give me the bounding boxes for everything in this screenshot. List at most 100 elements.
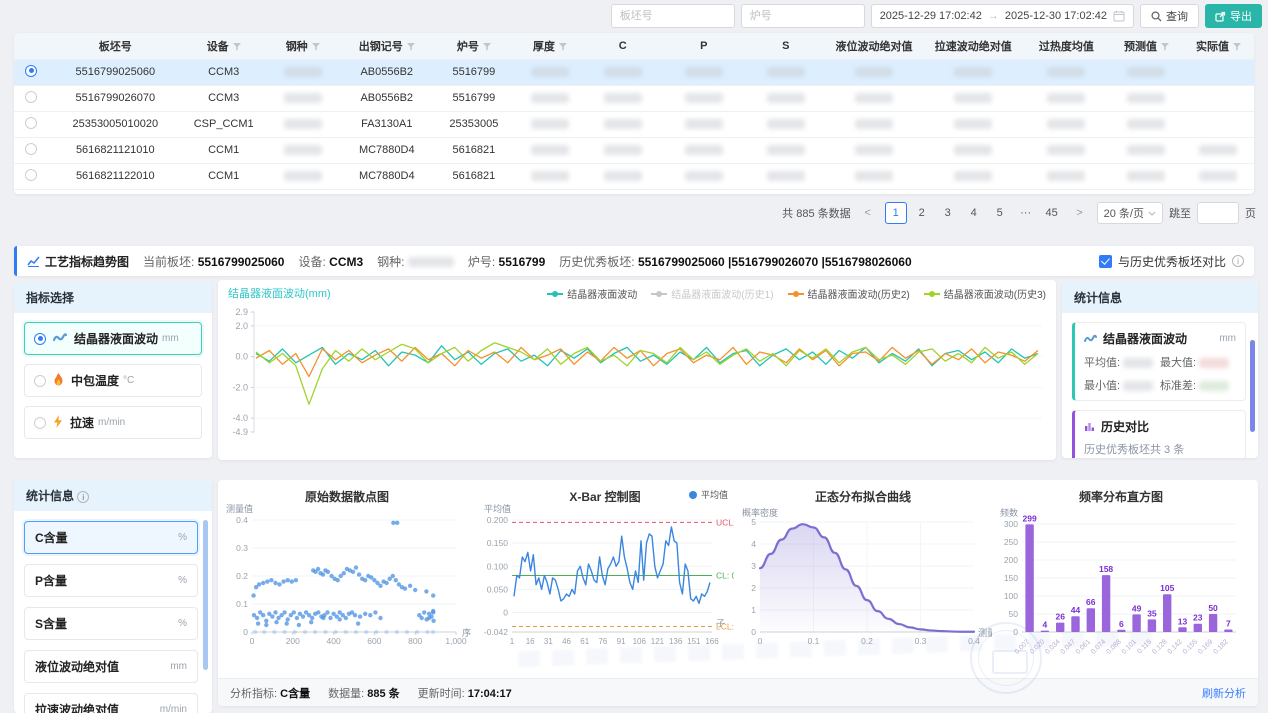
metric-item[interactable]: S含量% bbox=[24, 607, 198, 640]
svg-text:0.101: 0.101 bbox=[1121, 638, 1138, 655]
table-cell bbox=[924, 111, 1023, 137]
table-cell bbox=[747, 85, 824, 111]
legend-item[interactable]: 结晶器液面波动(历史2) bbox=[788, 286, 910, 301]
option-radio[interactable] bbox=[34, 417, 46, 429]
svg-text:序: 序 bbox=[462, 627, 471, 638]
refresh-analysis-link[interactable]: 刷新分析 bbox=[1202, 685, 1246, 701]
stats-scrollbar[interactable] bbox=[1250, 340, 1255, 432]
row-radio[interactable] bbox=[25, 169, 37, 181]
row-radio[interactable] bbox=[25, 117, 37, 129]
trend-chart-card: 结晶器液面波动(mm) 结晶器液面波动结晶器液面波动(历史1)结晶器液面波动(历… bbox=[218, 280, 1056, 460]
table-cell bbox=[660, 111, 747, 137]
svg-text:1: 1 bbox=[510, 637, 515, 646]
column-header: 炉号 bbox=[433, 33, 514, 59]
svg-text:UCL:: UCL: bbox=[716, 517, 734, 527]
indicator-option-flame[interactable]: 中包温度°C bbox=[24, 364, 202, 397]
column-header: 实际值 bbox=[1183, 33, 1254, 59]
page-button[interactable]: 4 bbox=[963, 202, 985, 224]
blurred-value bbox=[954, 93, 992, 103]
page-button[interactable]: 5 bbox=[989, 202, 1011, 224]
svg-text:31: 31 bbox=[544, 637, 553, 646]
blurred-value bbox=[685, 171, 723, 181]
stats-panel-title: 统计信息 bbox=[1062, 282, 1258, 313]
export-button[interactable]: 导出 bbox=[1205, 4, 1262, 28]
filter-icon[interactable] bbox=[483, 43, 491, 51]
compare-history-checkbox[interactable]: 与历史优秀板坯对比 i bbox=[1099, 253, 1244, 270]
svg-text:600: 600 bbox=[367, 636, 381, 646]
table-row[interactable]: 5516799025060CCM3AB0556B25516799 bbox=[14, 59, 1254, 85]
search-button[interactable]: 查询 bbox=[1140, 4, 1199, 28]
jump-page-input[interactable] bbox=[1197, 202, 1239, 224]
blurred-value bbox=[1047, 171, 1085, 181]
metrics-panel-title: 统计信息 i bbox=[14, 480, 212, 511]
svg-text:250: 250 bbox=[1004, 537, 1018, 547]
row-radio[interactable] bbox=[25, 91, 37, 103]
page-button[interactable]: 1 bbox=[885, 202, 907, 224]
blurred-value bbox=[1047, 93, 1085, 103]
page-button[interactable]: 45 bbox=[1041, 202, 1063, 224]
blurred-value bbox=[531, 171, 569, 181]
page-button[interactable]: 3 bbox=[937, 202, 959, 224]
history-line1: 历史优秀板坯共 3 条 bbox=[1084, 441, 1236, 457]
row-radio[interactable] bbox=[25, 143, 37, 155]
column-header: 出钢记号 bbox=[340, 33, 433, 59]
trend-header-bar: 工艺指标趋势图 当前板坯: 5516799025060 设备: CCM3 钢种:… bbox=[14, 246, 1254, 276]
date-range-picker[interactable]: 2025-12-29 17:02:42 → 2025-12-30 17:02:4… bbox=[871, 4, 1134, 28]
table-cell: MC7880D4 bbox=[340, 163, 433, 189]
filter-icon[interactable] bbox=[1233, 43, 1241, 51]
table-row[interactable]: 5616821121010CCM1MC7880D45616821 bbox=[14, 137, 1254, 163]
svg-text:0: 0 bbox=[1013, 627, 1018, 637]
blurred-value bbox=[1127, 67, 1165, 77]
svg-text:0.155: 0.155 bbox=[1182, 638, 1199, 655]
table-cell bbox=[824, 59, 923, 85]
option-radio[interactable] bbox=[34, 333, 46, 345]
page-button[interactable]: 2 bbox=[911, 202, 933, 224]
prev-page-button[interactable]: < bbox=[857, 202, 879, 224]
metric-item[interactable]: 液位波动绝对值mm bbox=[24, 650, 198, 683]
hist-title: 频率分布直方图 bbox=[992, 488, 1250, 505]
svg-text:106: 106 bbox=[633, 637, 647, 646]
indicator-option-wave[interactable]: 结晶器液面波动mm bbox=[24, 322, 202, 355]
blurred-value bbox=[685, 119, 723, 129]
metric-item[interactable]: 拉速波动绝对值m/min bbox=[24, 693, 198, 713]
page-size-select[interactable]: 20 条/页 bbox=[1097, 202, 1163, 224]
blurred-value bbox=[954, 171, 992, 181]
table-cell bbox=[1183, 111, 1254, 137]
export-icon bbox=[1215, 11, 1226, 22]
table-row[interactable]: 5616821122010CCM1MC7880D45616821 bbox=[14, 163, 1254, 189]
option-radio[interactable] bbox=[34, 375, 46, 387]
svg-text:400: 400 bbox=[327, 636, 341, 646]
metrics-scrollbar[interactable] bbox=[203, 520, 208, 670]
filter-icon[interactable] bbox=[559, 43, 567, 51]
filter-icon[interactable] bbox=[407, 43, 415, 51]
filter-icon[interactable] bbox=[1161, 43, 1169, 51]
table-cell bbox=[514, 59, 585, 85]
steel-grade-blur bbox=[408, 257, 454, 267]
table-cell bbox=[585, 85, 660, 111]
analysis-metric: 分析指标: C含量 bbox=[230, 685, 310, 701]
table-row[interactable]: 25353005010020CSP_CCM1FA3130A125353005 bbox=[14, 111, 1254, 137]
svg-text:46: 46 bbox=[562, 637, 571, 646]
table-cell bbox=[585, 111, 660, 137]
next-page-button[interactable]: > bbox=[1069, 202, 1091, 224]
analysis-card: 测量值 原始数据散点图 00.10.20.30.402004006008001,… bbox=[218, 480, 1258, 706]
indicator-option-bolt[interactable]: 拉速m/min bbox=[24, 406, 202, 439]
legend-item[interactable]: 结晶器液面波动(历史1) bbox=[651, 286, 773, 301]
filter-icon[interactable] bbox=[233, 43, 241, 51]
metric-item[interactable]: C含量% bbox=[24, 521, 198, 554]
svg-text:-4.0: -4.0 bbox=[232, 413, 248, 423]
svg-text:200: 200 bbox=[286, 636, 300, 646]
metric-item[interactable]: P含量% bbox=[24, 564, 198, 597]
table-cell: CCM1 bbox=[182, 163, 265, 189]
furnace-number-input[interactable] bbox=[741, 4, 865, 28]
table-cell bbox=[1023, 111, 1110, 137]
slab-number-input[interactable] bbox=[611, 4, 735, 28]
table-cell bbox=[1110, 111, 1183, 137]
row-radio[interactable] bbox=[25, 65, 37, 77]
filter-icon[interactable] bbox=[312, 43, 320, 51]
legend-item[interactable]: 结晶器液面波动 bbox=[547, 286, 637, 301]
legend-item[interactable]: 结晶器液面波动(历史3) bbox=[924, 286, 1046, 301]
table-row[interactable]: 5516799026070CCM3AB0556B25516799 bbox=[14, 85, 1254, 111]
table-cell: CCM3 bbox=[182, 59, 265, 85]
current-slab: 当前板坯: 5516799025060 bbox=[143, 253, 284, 270]
